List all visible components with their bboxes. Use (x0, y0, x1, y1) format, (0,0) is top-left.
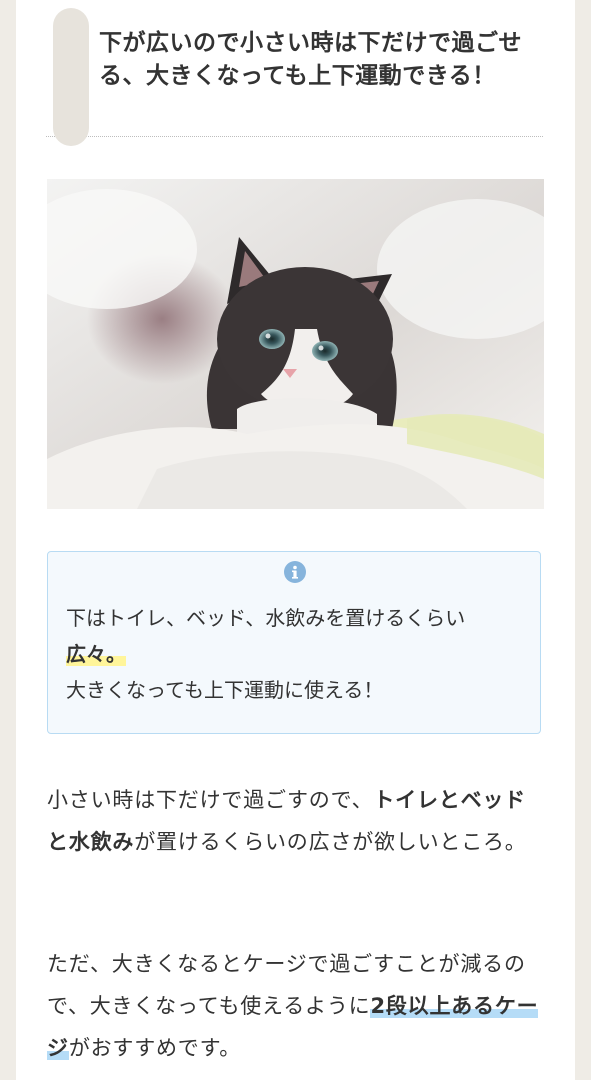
info-text: 下はトイレ、ベッド、水飲みを置けるくらい 広々。大きくなっても上下運動に使える！ (66, 600, 536, 708)
paragraph-1: 小さい時は下だけで過ごすので、トイレとベッドと水飲みが置けるくらいの広さが欲しい… (47, 779, 545, 863)
paragraph-2-part-2: がおすすめです。 (68, 1036, 242, 1060)
info-box: 下はトイレ、ベッド、水飲みを置けるくらい 広々。大きくなっても上下運動に使える！ (47, 551, 541, 734)
kitten-illustration (47, 179, 544, 509)
paragraph-1-part-1: 小さい時は下だけで過ごすので、 (47, 788, 374, 812)
heading-text: 下が広いので小さい時は下だけで過ごせる、大きくなっても上下運動できる！ (99, 30, 522, 89)
article-content: 下が広いので小さい時は下だけで過ごせる、大きくなっても上下運動できる！ 下はトイ… (16, 0, 575, 1080)
heading-accent-bar (53, 8, 89, 146)
info-icon (284, 561, 306, 583)
info-line-2: 大きくなっても上下運動に使える！ (66, 678, 384, 702)
info-line-1: 下はトイレ、ベッド、水飲みを置けるくらい (66, 606, 466, 630)
paragraph-1-part-2: が置けるくらいの広さが欲しいところ。 (134, 830, 527, 854)
paragraph-2: ただ、大きくなるとケージで過ごすことが減るので、大きくなっても使えるように2段以… (47, 943, 545, 1069)
kitten-photo (47, 179, 544, 509)
info-highlight: 広々。 (66, 642, 126, 666)
section-heading: 下が広いので小さい時は下だけで過ごせる、大きくなっても上下運動できる！ (46, 0, 543, 146)
